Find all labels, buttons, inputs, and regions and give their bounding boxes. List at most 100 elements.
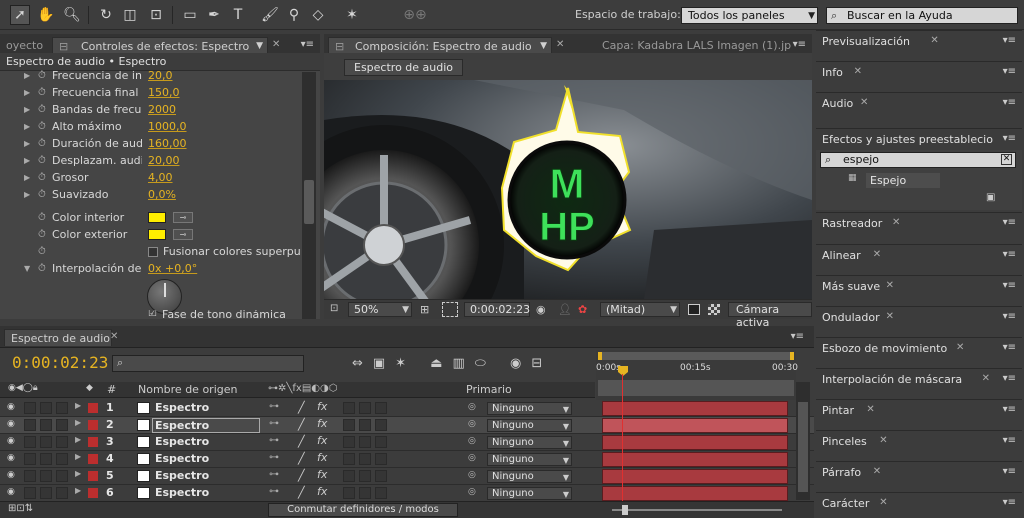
timeline-ruler[interactable]: 0:00s 00:15s 00:30 bbox=[596, 350, 798, 400]
close-icon[interactable]: ✕ bbox=[892, 217, 900, 228]
layer-duration-bar[interactable] bbox=[602, 452, 788, 467]
stopwatch-icon[interactable]: ⏱ bbox=[38, 209, 46, 226]
solo-switch[interactable] bbox=[40, 470, 52, 482]
motion-blur-switch[interactable] bbox=[343, 470, 355, 482]
current-time-display[interactable]: 0:00:02:23 bbox=[464, 302, 530, 317]
channel-icon[interactable]: ✿ bbox=[578, 303, 587, 316]
work-area-bar[interactable] bbox=[598, 352, 794, 360]
3d-switch[interactable] bbox=[375, 453, 387, 465]
interp-value[interactable]: 0x +0,0° bbox=[148, 260, 197, 277]
solo-switch[interactable] bbox=[40, 419, 52, 431]
tab-effect-controls[interactable]: ⊟ Controles de efectos: Espectro ▼ bbox=[52, 37, 268, 54]
layer-duration-bar[interactable] bbox=[602, 486, 788, 501]
pick-whip-icon[interactable]: ◎ bbox=[468, 402, 476, 412]
panel-menu-icon[interactable]: ▾≡ bbox=[1003, 466, 1016, 477]
layer-duration-bar[interactable] bbox=[602, 469, 788, 484]
text-tool-icon[interactable]: T bbox=[228, 5, 248, 25]
effect-value[interactable]: 2000 bbox=[148, 101, 176, 118]
shy-switch-icon[interactable]: ⊶ bbox=[269, 418, 279, 429]
parent-dropdown[interactable]: Ninguno ▼ bbox=[487, 487, 572, 500]
twirl-closed-icon[interactable]: ▶ bbox=[24, 169, 30, 186]
shy-switch-icon[interactable]: ⊶ bbox=[269, 435, 279, 446]
panel-8[interactable]: Esbozo de movimiento ✕ ▾≡ bbox=[816, 337, 1022, 359]
tab-layer[interactable]: Capa: Kadabra LALS Imagen (1).jp bbox=[596, 37, 792, 54]
eye-icon[interactable]: ◉ bbox=[7, 419, 15, 429]
motion-blur-switch[interactable] bbox=[343, 487, 355, 499]
eye-icon[interactable]: ◉ bbox=[7, 470, 15, 480]
parent-dropdown[interactable]: Ninguno ▼ bbox=[487, 419, 572, 432]
panel-menu-icon[interactable]: ▾≡ bbox=[1003, 217, 1016, 228]
stopwatch-icon[interactable]: ⏱ bbox=[38, 135, 46, 152]
close-icon[interactable]: ✕ bbox=[866, 404, 874, 415]
twirl-closed-icon[interactable]: ▶ bbox=[24, 118, 30, 135]
eye-icon[interactable]: ◉ bbox=[7, 453, 15, 463]
show-snapshot-icon[interactable]: 👤︎ bbox=[558, 303, 572, 316]
timeline-layer-row[interactable]: ◉ ▶ 3 Espectro ⊶ ╱ fx ◎ Ninguno ▼ bbox=[0, 434, 814, 451]
fx-icon[interactable]: fx bbox=[317, 485, 327, 498]
tab-timeline[interactable]: Espectro de audio bbox=[4, 329, 112, 346]
panel-menu-icon[interactable]: ▾≡ bbox=[1003, 342, 1016, 353]
audio-switch[interactable] bbox=[24, 419, 36, 431]
panel-menu-icon[interactable]: ▾≡ bbox=[786, 331, 804, 343]
help-search-input[interactable]: ⌕ Buscar en la Ayuda bbox=[826, 7, 1018, 24]
rotate-tool-icon[interactable]: ↻ bbox=[96, 5, 116, 25]
scrollbar-thumb[interactable] bbox=[798, 402, 808, 492]
angle-dial[interactable] bbox=[147, 279, 182, 314]
zoom-slider-handle[interactable] bbox=[622, 505, 628, 515]
3d-switch[interactable] bbox=[375, 436, 387, 448]
panel-3[interactable]: Efectos y ajustes preestablecio ▾≡ bbox=[816, 128, 1022, 150]
tab-project[interactable]: oyecto bbox=[0, 37, 49, 54]
panel-menu-icon[interactable]: ▾≡ bbox=[788, 39, 806, 51]
pick-whip-icon[interactable]: ◎ bbox=[468, 419, 476, 429]
fx-icon[interactable]: fx bbox=[317, 400, 327, 413]
solo-switch[interactable] bbox=[40, 436, 52, 448]
new-preset-icon[interactable]: ▣ bbox=[986, 192, 995, 203]
layer-duration-bar[interactable] bbox=[602, 401, 788, 416]
clear-search-icon[interactable]: ✕ bbox=[1001, 154, 1012, 165]
solo-switch[interactable] bbox=[40, 402, 52, 414]
panel-4[interactable]: Rastreador ✕ ▾≡ bbox=[816, 212, 1022, 234]
close-icon[interactable]: ✕ bbox=[930, 35, 938, 46]
shy-switch-icon[interactable]: ⊶ bbox=[269, 469, 279, 480]
motion-blur-switch[interactable] bbox=[343, 436, 355, 448]
color-swatch-interior[interactable] bbox=[148, 212, 166, 223]
parent-dropdown[interactable]: Ninguno ▼ bbox=[487, 453, 572, 466]
twirl-closed-icon[interactable]: ▶ bbox=[24, 84, 30, 101]
audio-switch[interactable] bbox=[24, 470, 36, 482]
pick-whip-icon[interactable]: ◎ bbox=[468, 487, 476, 497]
panel-1[interactable]: Info ✕ ▾≡ bbox=[816, 61, 1022, 83]
stopwatch-icon[interactable]: ⏱ bbox=[38, 169, 46, 186]
shy-switch-icon[interactable]: ⊶ bbox=[269, 401, 279, 412]
3d-switch[interactable] bbox=[375, 470, 387, 482]
panel-menu-icon[interactable]: ▾≡ bbox=[1003, 35, 1016, 46]
zoom-slider[interactable] bbox=[612, 505, 782, 515]
close-icon[interactable]: ✕ bbox=[860, 97, 868, 108]
parent-dropdown[interactable]: Ninguno ▼ bbox=[487, 436, 572, 449]
label-color[interactable] bbox=[88, 454, 98, 464]
puppet-pin-tool-icon[interactable]: ✶ bbox=[342, 5, 362, 25]
quality-icon[interactable]: ╱ bbox=[298, 469, 305, 482]
toggle-switches-modes-button[interactable]: Conmutar definidores / modos bbox=[268, 503, 458, 517]
twirl-closed-icon[interactable]: ▶ bbox=[24, 152, 30, 169]
brush-tool-icon[interactable]: 🖌︎ bbox=[260, 5, 280, 25]
panel-0[interactable]: Previsualización ✕ ▾≡ bbox=[816, 30, 1022, 52]
quality-icon[interactable]: ╱ bbox=[298, 452, 305, 465]
twirl-open-icon[interactable]: ▼ bbox=[24, 260, 30, 277]
twirl-closed-icon[interactable]: ▶ bbox=[75, 401, 81, 410]
fx-icon[interactable]: fx bbox=[317, 468, 327, 481]
audio-switch[interactable] bbox=[24, 453, 36, 465]
rectangle-tool-icon[interactable]: ▭ bbox=[180, 5, 200, 25]
panel-10[interactable]: Pintar ✕ ▾≡ bbox=[816, 399, 1022, 421]
panel-11[interactable]: Pinceles ✕ ▾≡ bbox=[816, 430, 1022, 452]
label-color[interactable] bbox=[88, 437, 98, 447]
comp-breadcrumb[interactable]: Espectro de audio bbox=[344, 59, 464, 76]
adjustment-switch[interactable] bbox=[359, 402, 371, 414]
workspace-dropdown[interactable]: Todos los paneles ▼ bbox=[681, 7, 818, 24]
panel-menu-icon[interactable]: ▾≡ bbox=[1003, 280, 1016, 291]
effect-result-item[interactable]: Espejo bbox=[866, 173, 940, 188]
effect-controls-scrollbar[interactable] bbox=[302, 72, 316, 319]
audio-switch[interactable] bbox=[24, 487, 36, 499]
stopwatch-icon[interactable]: ⏱ bbox=[38, 118, 46, 135]
pen-tool-icon[interactable]: ✒ bbox=[204, 5, 224, 25]
parent-dropdown[interactable]: Ninguno ▼ bbox=[487, 470, 572, 483]
